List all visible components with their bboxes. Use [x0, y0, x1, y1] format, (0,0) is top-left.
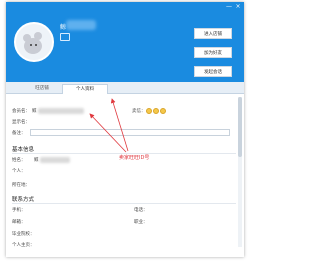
start-chat-button[interactable]: 发起会话: [194, 66, 232, 77]
location-label: 所在地：: [12, 183, 30, 188]
member-id-blurred: [38, 108, 84, 114]
arrow-to-profile-tab: [110, 98, 129, 152]
divider: [12, 203, 236, 204]
name-value: 鲸: [34, 158, 39, 163]
name-label: 姓名：: [12, 158, 26, 163]
add-friend-button[interactable]: 加为好友: [194, 47, 232, 58]
email-label: 邮箱：: [12, 220, 26, 225]
note-label: 备注：: [12, 131, 26, 136]
close-button[interactable]: ×: [235, 4, 241, 10]
school-label: 毕业院校：: [12, 232, 35, 237]
credit-face-icon: [160, 108, 166, 114]
credit-label: 卖信：: [132, 109, 146, 114]
tab-bar: 旺店铺 个人资料: [6, 82, 244, 94]
scroll-thumb[interactable]: [238, 97, 242, 157]
avatar-image: [17, 25, 51, 59]
tab-shop[interactable]: 旺店铺: [22, 84, 62, 94]
contact-title: 联系方式: [12, 197, 35, 203]
credit-face-icon: [146, 108, 152, 114]
homepage-label: 个人主页：: [12, 243, 35, 248]
phone-label: 电话：: [134, 208, 148, 213]
annotation-text: 卖家旺旺ID号: [119, 155, 150, 161]
profile-header: — × 鲸 进入店铺 加为好友 发起会话: [6, 2, 244, 82]
basic-info-title: 基本信息: [12, 147, 35, 153]
avatar: [14, 22, 54, 62]
job-label: 职业：: [134, 220, 148, 225]
display-name-label: 显示名：: [12, 120, 30, 125]
name-blurred: [40, 157, 70, 163]
nickname-blurred: [66, 20, 96, 30]
member-value: 鲸: [32, 109, 37, 114]
person-label: 个人：: [12, 169, 26, 174]
minimize-button[interactable]: —: [226, 4, 232, 10]
mobile-label: 手机：: [12, 208, 26, 213]
scrollbar[interactable]: [238, 97, 242, 247]
tab-profile[interactable]: 个人资料: [62, 84, 108, 94]
note-input[interactable]: [30, 129, 230, 136]
profile-window: — × 鲸 进入店铺 加为好友 发起会话 旺店铺 个人资料 会员名： 鲸 卖信：…: [6, 2, 244, 257]
enter-shop-button[interactable]: 进入店铺: [194, 28, 232, 39]
member-label: 会员名：: [12, 109, 30, 114]
credit-face-icon: [153, 108, 159, 114]
contact-card-icon: [60, 33, 70, 41]
